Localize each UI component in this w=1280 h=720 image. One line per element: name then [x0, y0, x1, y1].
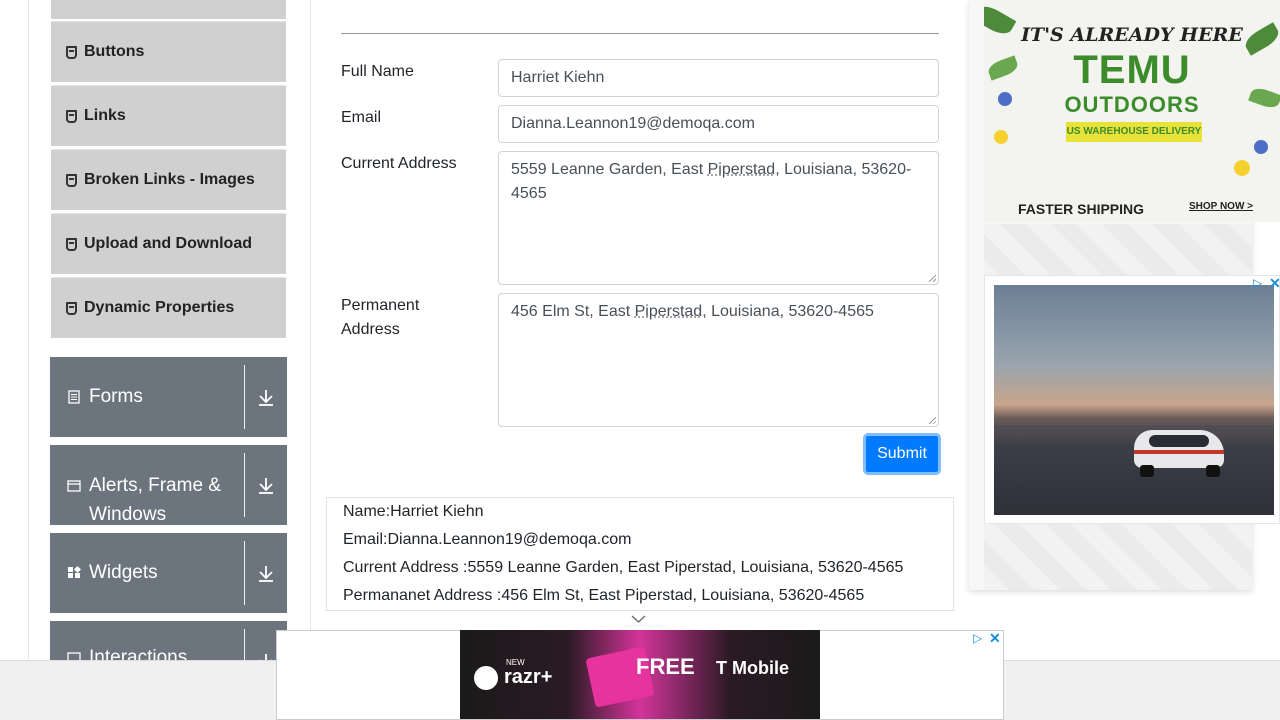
html5-icon — [66, 301, 77, 315]
sidebar-item-label: Buttons — [84, 43, 145, 60]
sidebar-group-label: Forms — [89, 386, 143, 407]
flower-decoration — [1254, 140, 1268, 154]
temu-badge: US WAREHOUSE DELIVERY — [1066, 122, 1202, 142]
left-rail — [28, 0, 29, 660]
output-box: Name:Harriet Kiehn Email:Dianna.Leannon1… — [326, 497, 954, 611]
sidebar-group-alerts[interactable]: Alerts, Frame & Windows — [50, 445, 287, 525]
form-divider — [341, 33, 939, 34]
output-current-address: Current Address :5559 Leanne Garden, Eas… — [343, 559, 904, 576]
spellcheck-word: Piperstad — [707, 161, 776, 178]
permanent-address-text-end: , Louisiana, 53620-4565 — [702, 303, 874, 320]
spellcheck-word: Piperstad — [634, 303, 703, 320]
download-icon[interactable] — [245, 533, 287, 613]
moto-offer: FREE — [636, 654, 695, 679]
permanent-address-text: 456 Elm St, East — [511, 303, 635, 320]
current-address-text: 5559 Leanne Garden, East — [511, 161, 708, 178]
html5-icon — [66, 237, 77, 251]
permanent-address-textarea[interactable]: 456 Elm St, East Piperstad, Louisiana, 5… — [498, 293, 939, 427]
moto-brand: razr+ — [504, 666, 553, 688]
temu-ad[interactable]: IT'S ALREADY HERE TEMU OUTDOORS US WAREH… — [984, 0, 1280, 222]
sidebar-group-widgets[interactable]: Widgets — [50, 533, 287, 613]
full-name-label: Full Name — [341, 63, 414, 80]
sidebar-item-dynamic-properties[interactable]: Dynamic Properties — [50, 277, 287, 339]
flower-decoration — [994, 130, 1008, 144]
email-input[interactable]: Dianna.Leannon19@demoqa.com — [498, 105, 939, 143]
download-icon[interactable] — [245, 445, 287, 525]
adchoices-icon[interactable]: ▷ — [1253, 276, 1262, 290]
submit-button[interactable]: Submit — [863, 433, 941, 475]
current-address-textarea[interactable]: 5559 Leanne Garden, East Piperstad, Loui… — [498, 151, 939, 285]
output-name: Name:Harriet Kiehn — [343, 503, 484, 520]
resize-handle[interactable] — [929, 417, 936, 424]
html5-icon — [66, 109, 77, 123]
flower-decoration — [1234, 160, 1250, 176]
sidebar-item-label: Upload and Download — [84, 235, 252, 252]
permanent-address-label: Permanent Address — [341, 297, 420, 338]
car-ad-image[interactable] — [994, 285, 1274, 515]
sidebar-item-partial[interactable] — [50, 0, 287, 20]
ad-close-icon[interactable]: ✕ — [1269, 275, 1280, 292]
temu-headline: IT'S ALREADY HERE — [1021, 24, 1243, 46]
adchoices-icon[interactable]: ▷ — [973, 631, 982, 645]
sidebar-item-broken-links[interactable]: Broken Links - Images — [50, 149, 287, 211]
sidebar-item-links[interactable]: Links — [50, 85, 287, 147]
motorola-logo-icon — [474, 666, 498, 690]
temu-shipping: FASTER SHIPPING — [1018, 201, 1145, 217]
temu-shop-now-link[interactable]: SHOP NOW > — [1189, 201, 1253, 212]
download-icon[interactable] — [245, 357, 287, 437]
resize-handle[interactable] — [929, 275, 936, 282]
sidebar-item-label: Broken Links - Images — [84, 171, 255, 188]
widgets-icon — [68, 566, 81, 578]
html5-icon — [66, 45, 77, 59]
sidebar-item-upload-download[interactable]: Upload and Download — [50, 213, 287, 275]
output-email: Email:Dianna.Leannon19@demoqa.com — [343, 531, 632, 548]
sidebar-divider — [310, 0, 311, 660]
chevron-down-icon[interactable] — [631, 614, 646, 624]
temu-brand: TEMU — [1073, 48, 1191, 92]
sidebar-item-buttons[interactable]: Buttons — [50, 21, 287, 83]
sidebar-group-label: Alerts, Frame & Windows — [89, 475, 221, 525]
document-icon — [68, 390, 80, 404]
ad-close-icon[interactable]: ✕ — [989, 630, 1001, 647]
temu-subtitle: OUTDOORS — [1064, 92, 1200, 117]
sidebar-group-label: Widgets — [89, 562, 158, 583]
sidebar-item-label: Links — [84, 107, 126, 124]
sidebar-group-forms[interactable]: Forms — [50, 357, 287, 437]
page: Buttons Links Broken Links - Images Uplo… — [0, 0, 1280, 720]
window-icon — [67, 480, 81, 492]
email-label: Email — [341, 109, 382, 126]
full-name-input[interactable]: Harriet Kiehn — [498, 59, 939, 97]
output-permanent-address: Permananet Address :456 Elm St, East Pip… — [343, 587, 865, 604]
motorola-ad[interactable]: NEW razr+ FREE T Mobile — [460, 630, 820, 719]
tmobile-logo: T Mobile — [716, 658, 789, 678]
sidebar-item-label: Dynamic Properties — [84, 299, 235, 316]
html5-icon — [66, 173, 77, 187]
current-address-label: Current Address — [341, 155, 457, 172]
